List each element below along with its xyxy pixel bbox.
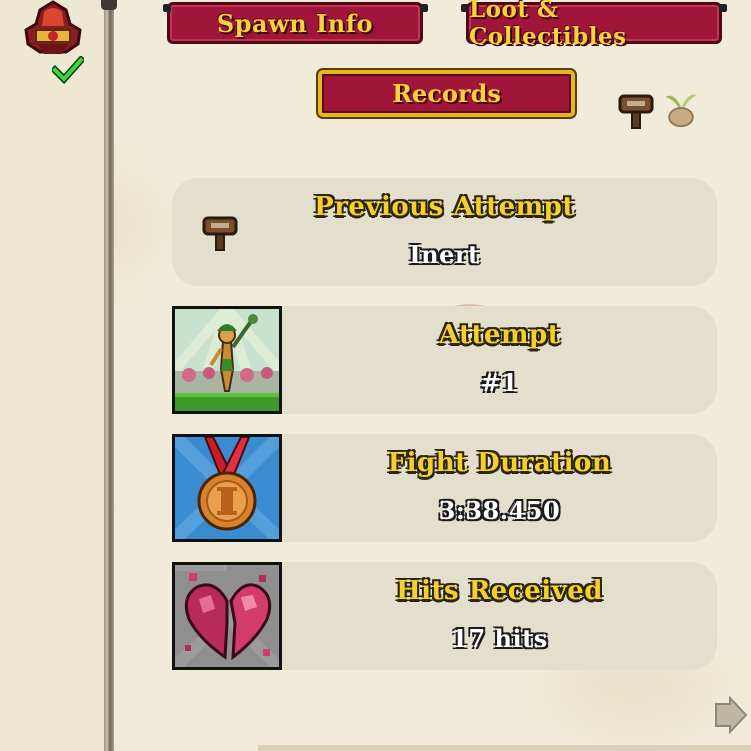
bronze-medal-icon: [172, 434, 282, 542]
record-value: 3:38.450: [438, 496, 561, 525]
record-title: Fight Duration: [387, 448, 612, 478]
record-value: #1: [480, 368, 519, 397]
record-panel-previous-attempt: Previous Attempt Inert: [172, 178, 717, 286]
signpost-icon[interactable]: [618, 90, 654, 130]
broken-heart-icon: [172, 562, 282, 670]
record-value: 17 hits: [451, 624, 548, 653]
boss-portrait: [172, 306, 282, 414]
bottom-divider: [258, 745, 751, 751]
tab-rivet: [719, 4, 727, 12]
tab-rivet: [163, 4, 171, 12]
record-title: Hits Received: [396, 576, 603, 606]
record-value: Inert: [409, 240, 480, 269]
tab-records-label: Records: [392, 79, 501, 108]
medal-art: [175, 437, 279, 539]
tab-spawn-info-label: Spawn Info: [216, 8, 374, 38]
tab-loot-collectibles-label: Loot & Collectibles: [469, 0, 627, 50]
boss-list-sidebar[interactable]: [0, 0, 104, 751]
tab-rivet: [420, 4, 428, 12]
tab-spawn-info[interactable]: Spawn Info: [167, 2, 423, 44]
record-title: Attempt: [438, 320, 561, 350]
next-page-arrow-icon[interactable]: [712, 696, 748, 734]
tab-records[interactable]: Records: [318, 70, 575, 117]
seedling-bulb-icon[interactable]: [660, 88, 702, 128]
defeated-checkmark-icon: [52, 56, 84, 84]
scrollbar-cap: [101, 0, 117, 10]
tab-rivet: [461, 4, 469, 12]
boss-head-icon[interactable]: [22, 0, 84, 60]
tab-loot-collectibles[interactable]: Loot & Collectibles: [466, 0, 722, 50]
boss-portrait-art: [175, 309, 279, 411]
sidebar-scrollbar[interactable]: [104, 0, 114, 751]
broken-heart-art: [175, 565, 279, 667]
record-title: Previous Attempt: [314, 192, 575, 222]
